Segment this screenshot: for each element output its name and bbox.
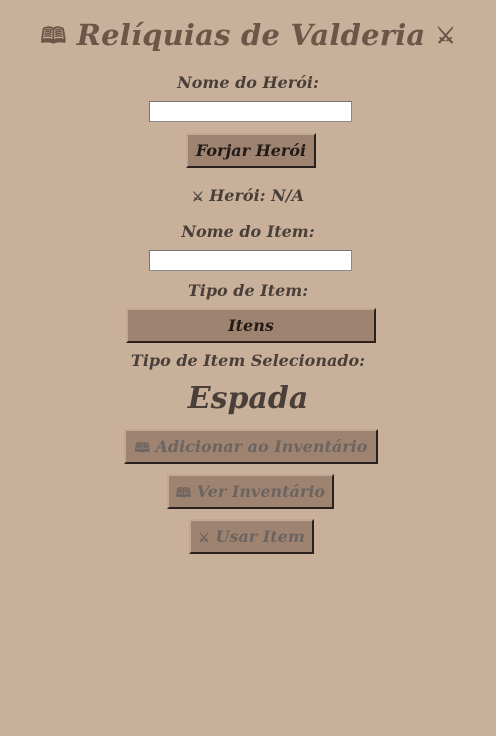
book-icon: 🕮 — [134, 441, 150, 456]
add-to-inventory-button[interactable]: 🕮 Adicionar ao Inventário — [124, 429, 378, 464]
hero-status-text: Herói: N/A — [209, 186, 305, 205]
book-icon: 🕮 — [40, 23, 67, 49]
forge-hero-button[interactable]: Forjar Herói — [186, 133, 316, 168]
swords-icon: ⚔ — [198, 531, 210, 546]
page-title-text: Relíquias de Valderia — [76, 18, 426, 52]
item-type-select[interactable]: Itens — [126, 308, 376, 343]
selected-item-type-label: Tipo de Item Selecionado: — [130, 351, 366, 370]
page-title: 🕮 Relíquias de Valderia ⚔ — [0, 18, 496, 57]
add-to-inventory-label: Adicionar ao Inventário — [155, 437, 368, 456]
view-inventory-label: Ver Inventário — [196, 482, 326, 501]
hero-status: ⚔ Herói: N/A — [0, 186, 496, 205]
book-icon: 🕮 — [175, 486, 192, 501]
use-item-label: Usar Item — [215, 527, 305, 546]
swords-icon: ⚔ — [191, 190, 204, 205]
view-inventory-button[interactable]: 🕮 Ver Inventário — [167, 474, 334, 509]
selected-item-type-value: Espada — [187, 381, 309, 416]
item-type-select-value: Itens — [228, 316, 274, 335]
swords-icon: ⚔ — [435, 23, 456, 49]
forge-hero-button-label: Forjar Herói — [195, 141, 307, 160]
app-window: 🕮 Relíquias de Valderia ⚔ Nome do Herói:… — [0, 0, 496, 736]
item-type-label: Tipo de Item: — [187, 281, 309, 300]
hero-name-label: Nome do Herói: — [177, 73, 319, 92]
item-name-label: Nome do Item: — [181, 222, 315, 241]
item-name-input[interactable] — [149, 250, 352, 271]
use-item-button[interactable]: ⚔ Usar Item — [189, 519, 314, 554]
hero-name-input[interactable] — [149, 101, 352, 122]
